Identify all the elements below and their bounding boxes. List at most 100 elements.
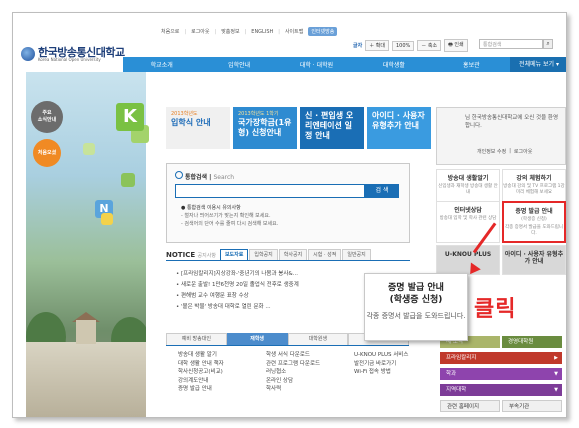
zoom-out-label: 축소 xyxy=(427,43,438,49)
list-item[interactable]: 증명 발급 안내 xyxy=(178,385,248,394)
related-sites-label: 관련 홈페이지 xyxy=(447,404,480,410)
banner-entrance-ceremony[interactable]: 2013학년도 입학식 안내 xyxy=(166,107,230,149)
unified-search-panel: 통합검색 | Search 검 색 ● 통합검색 이용시 유의사항 - 철자나 … xyxy=(166,163,410,243)
header-search-icon[interactable]: ⌕ xyxy=(543,39,553,49)
tab-grad-students[interactable]: 대학원생 xyxy=(287,333,349,345)
building-tower xyxy=(76,320,96,344)
department-select[interactable]: 학과 ▼ xyxy=(440,368,562,380)
top-link-sitemap[interactable]: 사이트맵 xyxy=(285,28,303,35)
banner-title: 국가장학금(1유형) 신청안내 xyxy=(238,118,292,137)
list-item[interactable]: 학사력 xyxy=(266,385,336,394)
list-item[interactable]: 학생 서식 다운로드 xyxy=(266,351,336,360)
list-item[interactable]: 대학 생활 안내 책자 xyxy=(178,360,248,369)
tab-general-notice[interactable]: 일반공지 xyxy=(342,249,371,260)
campus-building xyxy=(26,312,146,417)
cube-decoration xyxy=(83,143,95,155)
list-item[interactable]: 관련 프로그램 다운로드 xyxy=(266,360,336,369)
link-column: U-KNOU PLUS 서비스 발전기금 바로가기 Wi-Fi 접속 방법 xyxy=(354,351,424,394)
list-item[interactable]: 방송대 생활 알기 xyxy=(178,351,248,360)
list-item[interactable]: 러닝협소 xyxy=(266,368,336,377)
banner-title: 입학식 안내 xyxy=(171,118,211,127)
list-item[interactable]: 강의계도안내 xyxy=(178,377,248,386)
banner-title: 아이디 · 사용자 유형추가 안내 xyxy=(372,111,425,130)
nav-about[interactable]: 학교소개 xyxy=(123,60,200,69)
nav-colleges[interactable]: 대학 · 대학원 xyxy=(278,60,355,69)
banner-orientation[interactable]: 신 · 편입생 오리엔테이션 일정 안내 xyxy=(300,107,364,149)
banner-id-type[interactable]: 아이디 · 사용자 유형추가 안내 xyxy=(367,107,431,149)
print-button[interactable]: 🖶 인쇄 xyxy=(444,39,468,52)
list-item[interactable]: Wi-Fi 접속 방법 xyxy=(354,368,424,377)
separator: | xyxy=(278,28,280,35)
cube-decoration xyxy=(121,173,135,187)
separator: | xyxy=(509,148,511,154)
top-link-home[interactable]: 처음으로 xyxy=(161,28,179,35)
prime-college-label: 프라임칼리지 xyxy=(446,355,477,361)
zoom-out-button[interactable]: － 축소 xyxy=(417,40,442,51)
list-item[interactable]: • 새로운 출발! 1만6천명 20일 졸업식 전후로 생중계 xyxy=(176,280,299,291)
quick-title: 인터넷상담 xyxy=(454,207,482,214)
print-label: 인쇄 xyxy=(454,42,464,48)
top-link-broadcast[interactable]: 인터넷방송 xyxy=(308,27,338,36)
region-select[interactable]: 지역대학 ▼ xyxy=(440,384,562,396)
list-item[interactable]: U-KNOU PLUS 서비스 xyxy=(354,351,424,360)
all-menu-label: 전체메뉴 보기 xyxy=(519,61,555,68)
tab-prospective[interactable]: 예비 방송대인 xyxy=(166,333,227,345)
search-title: 통합검색 | Search xyxy=(185,174,235,181)
list-item[interactable]: 온라인 상담 xyxy=(266,377,336,386)
top-link-english[interactable]: ENGLISH xyxy=(251,29,273,35)
list-item[interactable]: 발전기금 바로가기 xyxy=(354,360,424,369)
list-item[interactable]: • '볼은 박물' 방송대 대학로 열린 문화 ... xyxy=(176,302,299,313)
tab-academic-notice[interactable]: 학사공지 xyxy=(278,249,308,260)
prime-college-button[interactable]: 프라임칼리지 ▶ xyxy=(440,352,562,364)
zoom-in-button[interactable]: ＋ 확대 xyxy=(365,40,389,51)
top-link-logout[interactable]: 로그아웃 xyxy=(191,28,209,35)
related-sites-select[interactable]: 관련 홈페이지 xyxy=(440,400,500,412)
affiliated-label: 부속기관 xyxy=(509,404,530,410)
font-tools: 글자 ＋ 확대 100% － 축소 🖶 인쇄 xyxy=(353,39,468,52)
banner-sub: 2013학년도 1학기 xyxy=(238,111,279,117)
quick-title: 강의 체험하기 xyxy=(516,175,552,182)
list-item[interactable]: • 편해범 교수 여행문 표창 수상 xyxy=(176,291,299,302)
chevron-right-icon: ▶ xyxy=(554,355,558,361)
header-search-input[interactable]: 통합검색 xyxy=(479,39,543,49)
search-tip-text: 통합검색 이용시 유의사항 xyxy=(186,205,241,211)
tab-press[interactable]: 보도자료 xyxy=(219,249,249,260)
tab-exam-grade[interactable]: 시험 · 성적 xyxy=(308,249,342,260)
university-logo-icon[interactable] xyxy=(21,47,35,61)
main-nav: 학교소개 입학안내 대학 · 대학원 대학생활 홍보관 전체메뉴 보기 ▾ xyxy=(123,57,566,72)
search-tip: - 검색어의 단어 수를 줄여 다시 검색해 보세요. xyxy=(181,221,279,227)
notice-item-text: '볼은 박물' 방송대 대학로 열린 문화 ... xyxy=(181,304,271,310)
quick-title: 증명 발급 안내 xyxy=(515,208,553,215)
main-news-button[interactable]: 주요 소식안내 xyxy=(31,101,63,133)
search-icon xyxy=(175,171,183,179)
list-item[interactable]: 학사신청공고(비교) xyxy=(178,368,248,377)
nav-admission[interactable]: 입학안내 xyxy=(200,60,277,69)
quick-online-counsel[interactable]: 인터넷상담 방송대 입학 및 학사 관련 상담 xyxy=(436,201,500,243)
notice-item-text: [프라임칼리지]지상강좌-'중년기의 나봄과 봉사&... xyxy=(181,271,298,277)
department-label: 학과 xyxy=(446,371,457,377)
welcome-message: 님 한국방송통신대학교에 오신 것을 환영합니다. xyxy=(465,115,559,129)
top-link-custom[interactable]: 맞춤정보 xyxy=(221,28,239,35)
nav-pr[interactable]: 홍보관 xyxy=(433,60,510,69)
quick-certificate-issue[interactable]: 증명 발급 안내 (학생증 신청) 각종 증명서 발급을 도와드립니다. xyxy=(502,201,566,243)
separator: | xyxy=(184,28,187,35)
first-visit-button[interactable]: 처음오셨 xyxy=(33,139,61,167)
business-school-button[interactable]: 경영대학원 xyxy=(502,336,562,348)
list-item[interactable]: • [프라임칼리지]지상강좌-'중년기의 나봄과 봉사&... xyxy=(176,269,299,280)
tab-students[interactable]: 재학생 xyxy=(226,333,288,345)
nav-campus-life[interactable]: 대학생활 xyxy=(355,60,432,69)
banner-scholarship[interactable]: 2013학년도 1학기 국가장학금(1유형) 신청안내 xyxy=(233,107,297,149)
unified-search-button[interactable]: 검 색 xyxy=(365,184,399,198)
tab-admission-notice[interactable]: 입학공지 xyxy=(249,249,278,260)
main-news-line2: 소식안내 xyxy=(37,117,57,123)
logo-subtitle: Korea National Open University xyxy=(38,57,101,62)
quick-id-type[interactable]: 아이디 · 사용자 유형추가 안내 xyxy=(502,245,566,275)
edit-profile-link[interactable]: 개인정보 수정 xyxy=(477,148,506,155)
affiliated-select[interactable]: 부속기관 xyxy=(502,400,562,412)
unified-search-input[interactable] xyxy=(175,184,365,198)
tooltip-subtitle: (학생증 신청) xyxy=(389,295,443,305)
search-tip: ● 통합검색 이용시 유의사항 xyxy=(181,205,241,211)
all-menu-button[interactable]: 전체메뉴 보기 ▾ xyxy=(510,57,566,72)
notice-item-text: 새로운 출발! 1만6천명 20일 졸업식 전후로 생중계 xyxy=(181,282,299,288)
logout-link[interactable]: 로그아웃 xyxy=(514,148,532,155)
